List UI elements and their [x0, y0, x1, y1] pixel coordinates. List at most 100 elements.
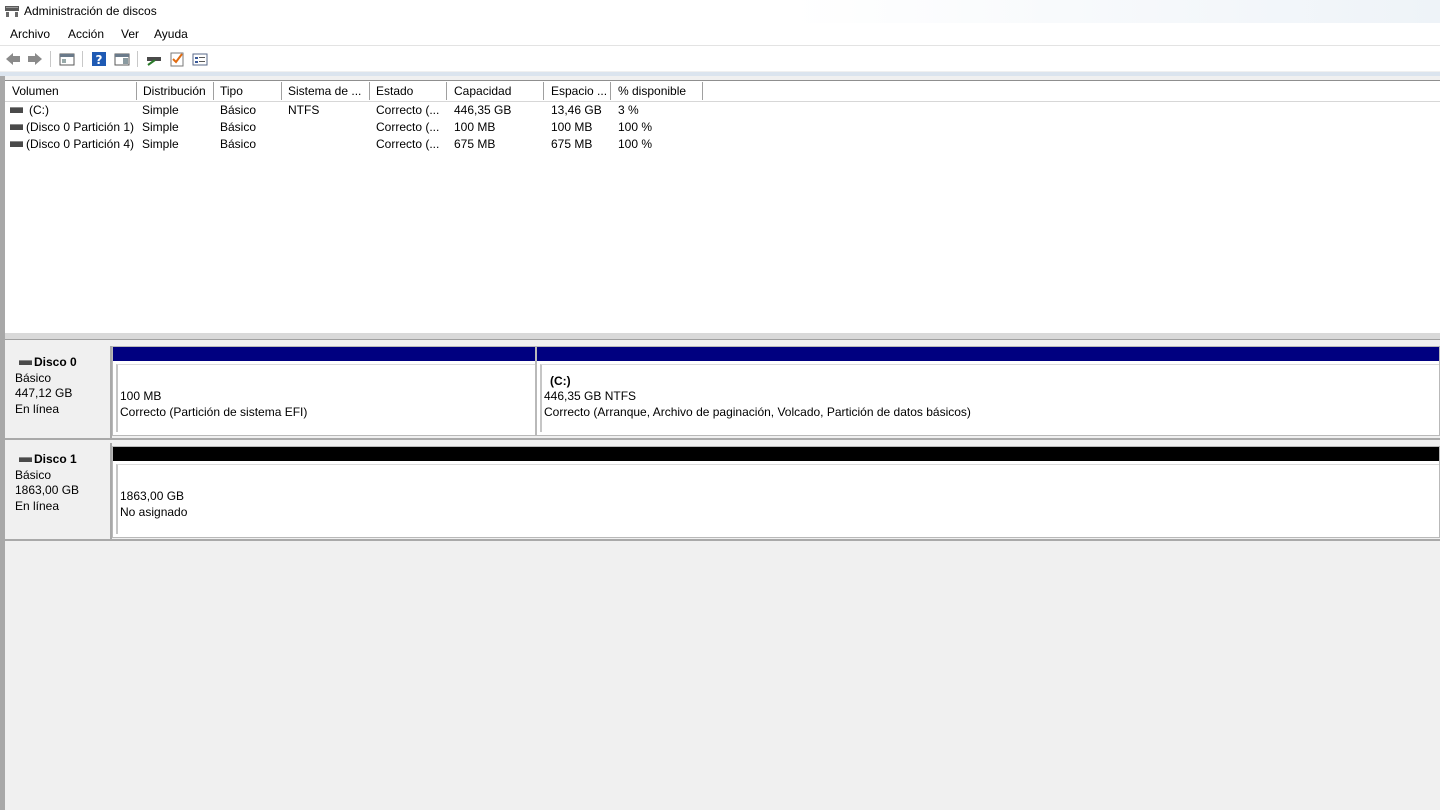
disk-status: En línea: [15, 402, 60, 416]
check-icon[interactable]: [169, 51, 185, 67]
toolbar-separator: [137, 51, 138, 67]
cell-estado: Correcto (...: [376, 103, 440, 117]
disk-1-label[interactable]: Disco 1 Básico 1863,00 GB En línea: [6, 443, 112, 541]
disk-type: Básico: [15, 468, 52, 482]
cell-tipo: Básico: [220, 103, 257, 117]
partition-size: 446,35 GB NTFS: [544, 389, 637, 403]
properties-icon[interactable]: [192, 51, 208, 67]
toolbar-separator: [50, 51, 51, 67]
menu-bar: Archivo Acción Ver Ayuda: [0, 23, 1440, 45]
disk-name: Disco 0: [34, 355, 77, 369]
column-divider[interactable]: [610, 82, 611, 100]
cell-estado: Correcto (...: [376, 137, 440, 151]
cell-distribucion: Simple: [142, 103, 179, 117]
help-icon[interactable]: ?: [91, 51, 107, 67]
partition-efi[interactable]: 100 MB Correcto (Partición de sistema EF…: [112, 346, 536, 436]
cell-distribucion: Simple: [142, 137, 179, 151]
partition-body: 100 MB Correcto (Partición de sistema EF…: [116, 364, 535, 432]
cell-capacidad: 100 MB: [454, 120, 496, 134]
partition-size: 100 MB: [120, 389, 162, 403]
partition-unallocated[interactable]: 1863,00 GB No asignado: [112, 446, 1440, 538]
partition-bar: [537, 347, 1439, 361]
volume-list-pane: Volumen Distribución Tipo Sistema de ...…: [5, 80, 1440, 334]
disk-map-pane: Disco 0 Básico 447,12 GB En línea 100 MB…: [5, 340, 1440, 810]
disk-icon: [19, 360, 32, 365]
volume-icon: [10, 107, 23, 113]
disk-management-app-icon: [5, 6, 19, 17]
toolbar: ?: [0, 45, 1440, 71]
column-header-estado[interactable]: Estado: [376, 84, 413, 98]
column-divider[interactable]: [702, 82, 703, 100]
disk-name: Disco 1: [34, 452, 77, 466]
cell-distribucion: Simple: [142, 120, 179, 134]
menu-ayuda[interactable]: Ayuda: [154, 27, 188, 41]
console-tree-icon[interactable]: [59, 51, 75, 67]
column-divider[interactable]: [213, 82, 214, 100]
menu-ver[interactable]: Ver: [121, 27, 139, 41]
cell-espacio: 13,46 GB: [551, 103, 602, 117]
toolbar-divider: [0, 72, 1440, 76]
disk-separator: [5, 438, 1440, 440]
column-header-distribucion[interactable]: Distribución: [143, 84, 206, 98]
cell-volumen: (Disco 0 Partición 1): [26, 120, 135, 134]
volume-list-header: Volumen Distribución Tipo Sistema de ...…: [5, 81, 1440, 102]
disk-type: Básico: [15, 371, 52, 385]
column-divider[interactable]: [369, 82, 370, 100]
volume-icon: [10, 141, 23, 147]
disk-separator: [5, 539, 1440, 541]
menu-archivo[interactable]: Archivo: [10, 27, 50, 41]
back-arrow-icon[interactable]: [5, 51, 21, 67]
cell-estado: Correcto (...: [376, 120, 440, 134]
cell-disponible: 100 %: [618, 120, 653, 134]
partition-status: No asignado: [120, 505, 188, 519]
pane-splitter[interactable]: [5, 333, 1440, 340]
cell-capacidad: 675 MB: [454, 137, 496, 151]
column-divider[interactable]: [281, 82, 282, 100]
cell-tipo: Básico: [220, 137, 257, 151]
disk-status: En línea: [15, 499, 60, 513]
cell-tipo: Básico: [220, 120, 257, 134]
table-row[interactable]: (C:) Simple Básico NTFS Correcto (... 44…: [5, 102, 1440, 119]
table-row[interactable]: (Disco 0 Partición 4) Simple Básico Corr…: [5, 136, 1440, 153]
action-pane-icon[interactable]: [114, 51, 130, 67]
column-header-tipo[interactable]: Tipo: [220, 84, 243, 98]
cell-disponible: 100 %: [618, 137, 653, 151]
column-divider[interactable]: [136, 82, 137, 100]
cell-espacio: 100 MB: [551, 120, 593, 134]
volume-icon: [10, 124, 23, 130]
column-header-volumen[interactable]: Volumen: [12, 84, 59, 98]
menu-accion[interactable]: Acción: [68, 27, 104, 41]
toolbar-separator: [82, 51, 83, 67]
partition-body: 1863,00 GB No asignado: [116, 464, 1439, 534]
partition-status: Correcto (Partición de sistema EFI): [120, 405, 308, 419]
column-header-capacidad[interactable]: Capacidad: [454, 84, 511, 98]
partition-size: 1863,00 GB: [120, 489, 185, 503]
svg-text:?: ?: [96, 53, 103, 67]
title-bar: Administración de discos: [0, 0, 1440, 23]
partition-bar: [113, 447, 1439, 461]
cell-disponible: 3 %: [618, 103, 639, 117]
column-divider[interactable]: [446, 82, 447, 100]
column-header-espacio[interactable]: Espacio ...: [551, 84, 607, 98]
cell-volumen: (Disco 0 Partición 4): [26, 137, 135, 151]
partition-bar: [113, 347, 535, 361]
table-row[interactable]: (Disco 0 Partición 1) Simple Básico Corr…: [5, 119, 1440, 136]
cell-capacidad: 446,35 GB: [454, 103, 512, 117]
disk-size: 447,12 GB: [15, 386, 73, 400]
partition-label: (C:): [550, 374, 571, 388]
column-header-sistema[interactable]: Sistema de ...: [288, 84, 361, 98]
column-divider[interactable]: [543, 82, 544, 100]
disk-settings-icon[interactable]: [146, 51, 162, 67]
disk-icon: [19, 457, 32, 462]
partition-c[interactable]: (C:) 446,35 GB NTFS Correcto (Arranque, …: [536, 346, 1440, 436]
forward-arrow-icon[interactable]: [27, 51, 43, 67]
column-header-disponible[interactable]: % disponible: [618, 84, 686, 98]
partition-status: Correcto (Arranque, Archivo de paginació…: [544, 405, 971, 419]
window-title: Administración de discos: [24, 4, 157, 18]
cell-espacio: 675 MB: [551, 137, 593, 151]
disk-0-label[interactable]: Disco 0 Básico 447,12 GB En línea: [6, 346, 112, 440]
cell-volumen: (C:): [29, 103, 49, 117]
disk-size: 1863,00 GB: [15, 483, 80, 497]
partition-body: (C:) 446,35 GB NTFS Correcto (Arranque, …: [540, 364, 1439, 432]
cell-sistema: NTFS: [288, 103, 320, 117]
